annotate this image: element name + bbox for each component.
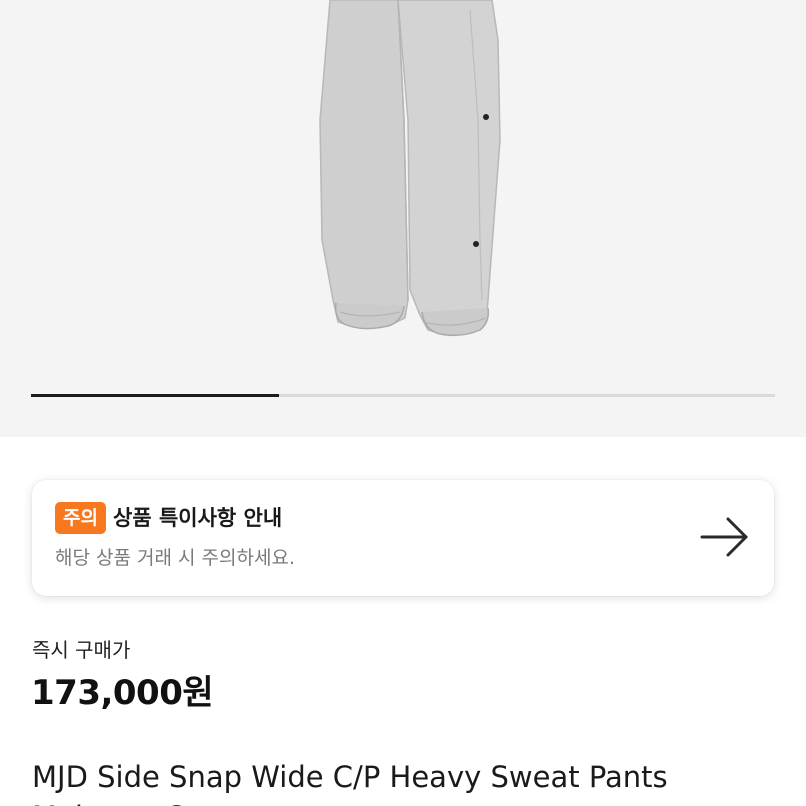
notice-card[interactable]: 주의 상품 특이사항 안내 해당 상품 거래 시 주의하세요.: [32, 480, 774, 596]
product-image-carousel[interactable]: [0, 0, 806, 437]
notice-title: 상품 특이사항 안내: [113, 506, 283, 530]
product-name: MJD Side Snap Wide C/P Heavy Sweat Pants…: [32, 760, 668, 806]
carousel-progress-fill: [31, 394, 279, 397]
price-value: 173,000원: [31, 673, 214, 713]
caution-badge: 주의: [55, 502, 106, 534]
carousel-progress-track: [31, 394, 775, 397]
arrow-right-icon[interactable]: [700, 516, 750, 558]
product-detail-page: 주의 상품 특이사항 안내 해당 상품 거래 시 주의하세요. 즉시 구매가 1…: [0, 0, 806, 806]
product-image: [319, 0, 501, 337]
price-label: 즉시 구매가: [32, 638, 131, 662]
notice-subtitle: 해당 상품 거래 시 주의하세요.: [55, 547, 295, 569]
